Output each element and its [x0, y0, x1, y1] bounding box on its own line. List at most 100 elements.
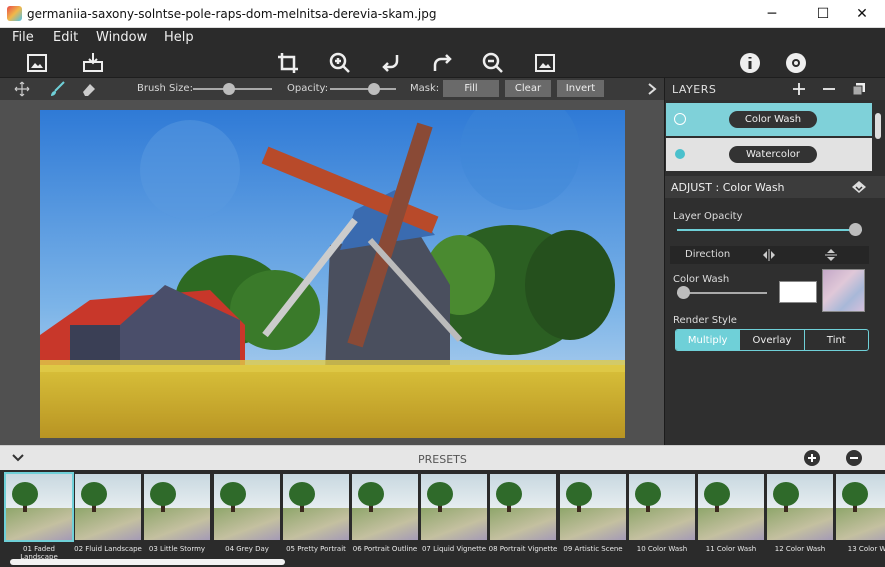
close-button[interactable]: ✕	[839, 0, 885, 28]
preset-name: 05 Pretty Portrait	[286, 545, 346, 553]
menu-help[interactable]: Help	[164, 30, 194, 45]
texture-swatch[interactable]	[822, 269, 865, 312]
preset-name: 10 Color Wash	[636, 545, 688, 553]
title-bar: germaniia-saxony-solntse-pole-raps-dom-m…	[0, 0, 885, 28]
options-bar: Brush Size: Opacity: Mask: Fill Clear In…	[0, 78, 664, 100]
move-tool-icon[interactable]	[14, 81, 30, 97]
layer-name-pill: Watercolor	[729, 146, 817, 163]
preset-name: 13 Color Wa	[847, 545, 885, 553]
preset-name: 01 Faded Landscape	[20, 545, 58, 561]
preset-name: 03 Little Stormy	[148, 545, 206, 553]
layer-opacity-knob[interactable]	[849, 223, 862, 236]
remove-preset-icon[interactable]	[846, 450, 862, 466]
layer-visibility-icon[interactable]	[675, 149, 685, 159]
layer-name-pill: Color Wash	[729, 111, 817, 128]
adjust-title: ADJUST : Color Wash	[671, 181, 785, 194]
crop-icon[interactable]	[276, 51, 300, 75]
menu-file[interactable]: File	[12, 30, 34, 45]
preset-thumbnail[interactable]	[560, 474, 626, 540]
layer-opacity-slider[interactable]	[677, 223, 862, 236]
color-wash-slider[interactable]	[677, 286, 767, 299]
info-icon[interactable]	[738, 51, 762, 75]
undo-icon[interactable]	[379, 51, 403, 75]
preset-name: 11 Color Wash	[705, 545, 757, 553]
preset-name: 02 Fluid Landscape	[74, 545, 142, 553]
layer-item-watercolor[interactable]: Watercolor	[666, 138, 872, 171]
layers-scrollbar[interactable]	[875, 113, 881, 139]
direction-row: Direction	[670, 246, 869, 264]
render-style-label: Render Style	[673, 315, 737, 326]
watercolor-windmill-image	[40, 110, 625, 438]
direction-label: Direction	[685, 249, 731, 260]
preset-thumbnail[interactable]	[4, 472, 74, 542]
presets-title: PRESETS	[418, 453, 467, 466]
fill-button[interactable]: Fill	[443, 80, 499, 97]
render-style-overlay[interactable]: Overlay	[739, 330, 803, 350]
canvas-area[interactable]	[0, 100, 664, 445]
main-toolbar	[0, 47, 885, 78]
redo-icon[interactable]	[431, 51, 455, 75]
flip-vertical-icon[interactable]	[825, 248, 837, 262]
preset-thumbnail[interactable]	[836, 474, 885, 540]
preset-name: 12 Color Wash	[774, 545, 826, 553]
menu-bar: File Edit Window Help	[0, 28, 885, 47]
opacity-slider[interactable]	[330, 83, 396, 95]
save-icon[interactable]	[81, 51, 105, 75]
preset-name: 04 Grey Day	[225, 545, 269, 553]
opacity-label: Opacity:	[287, 83, 329, 94]
duplicate-layer-icon[interactable]	[852, 82, 866, 96]
reset-icon[interactable]	[851, 180, 867, 194]
preset-name: 07 Liquid Vignette	[421, 545, 487, 553]
color-wash-knob[interactable]	[677, 286, 690, 299]
render-style-segmented: Multiply Overlay Tint	[675, 329, 869, 351]
menu-window[interactable]: Window	[96, 30, 147, 45]
preset-thumbnail[interactable]	[214, 474, 280, 540]
preset-thumbnail[interactable]	[283, 474, 349, 540]
presets-header: PRESETS	[0, 445, 885, 470]
minimize-button[interactable]: ─	[749, 0, 795, 28]
layer-visibility-icon[interactable]	[674, 113, 686, 125]
layer-item-color-wash[interactable]: Color Wash	[666, 103, 872, 136]
preset-thumbnail[interactable]	[490, 474, 556, 540]
adjust-header: ADJUST : Color Wash	[665, 176, 885, 198]
add-layer-icon[interactable]	[792, 82, 806, 96]
zoom-out-icon[interactable]	[481, 51, 505, 75]
chevron-right-icon[interactable]	[646, 82, 658, 96]
flip-horizontal-icon[interactable]	[762, 249, 776, 261]
brush-size-label: Brush Size:	[137, 83, 193, 94]
invert-button[interactable]: Invert	[557, 80, 604, 97]
open-image-icon[interactable]	[25, 51, 49, 75]
layers-title: LAYERS	[672, 83, 717, 96]
brush-size-knob[interactable]	[223, 83, 236, 95]
app-icon	[7, 6, 22, 21]
brush-size-slider[interactable]	[193, 83, 272, 95]
preset-thumbnail[interactable]	[629, 474, 695, 540]
menu-edit[interactable]: Edit	[53, 30, 78, 45]
color-swatch[interactable]	[779, 281, 817, 303]
preset-thumbnail[interactable]	[698, 474, 764, 540]
preset-thumbnail[interactable]	[144, 474, 210, 540]
eraser-tool-icon[interactable]	[80, 81, 98, 97]
render-style-multiply[interactable]: Multiply	[676, 330, 740, 350]
zoom-in-icon[interactable]	[328, 51, 352, 75]
remove-layer-icon[interactable]	[822, 82, 836, 96]
brush-tool-icon[interactable]	[48, 81, 66, 97]
preset-thumbnail[interactable]	[352, 474, 418, 540]
window-title: germaniia-saxony-solntse-pole-raps-dom-m…	[27, 7, 437, 21]
settings-icon[interactable]	[784, 51, 808, 75]
color-wash-label: Color Wash	[673, 274, 730, 285]
mask-label: Mask:	[410, 83, 440, 94]
preset-thumbnail[interactable]	[421, 474, 487, 540]
preset-name: 08 Portrait Vignette	[488, 545, 558, 553]
preset-thumbnail[interactable]	[75, 474, 141, 540]
chevron-down-icon[interactable]	[12, 453, 24, 463]
add-preset-icon[interactable]	[804, 450, 820, 466]
render-style-tint[interactable]: Tint	[803, 330, 868, 350]
image-canvas[interactable]	[40, 110, 625, 438]
opacity-knob[interactable]	[367, 83, 380, 95]
preset-name: 09 Artistic Scene	[563, 545, 623, 553]
clear-button[interactable]: Clear	[505, 80, 551, 97]
fit-image-icon[interactable]	[533, 51, 557, 75]
layers-header: LAYERS	[665, 78, 885, 100]
preset-thumbnail[interactable]	[767, 474, 833, 540]
